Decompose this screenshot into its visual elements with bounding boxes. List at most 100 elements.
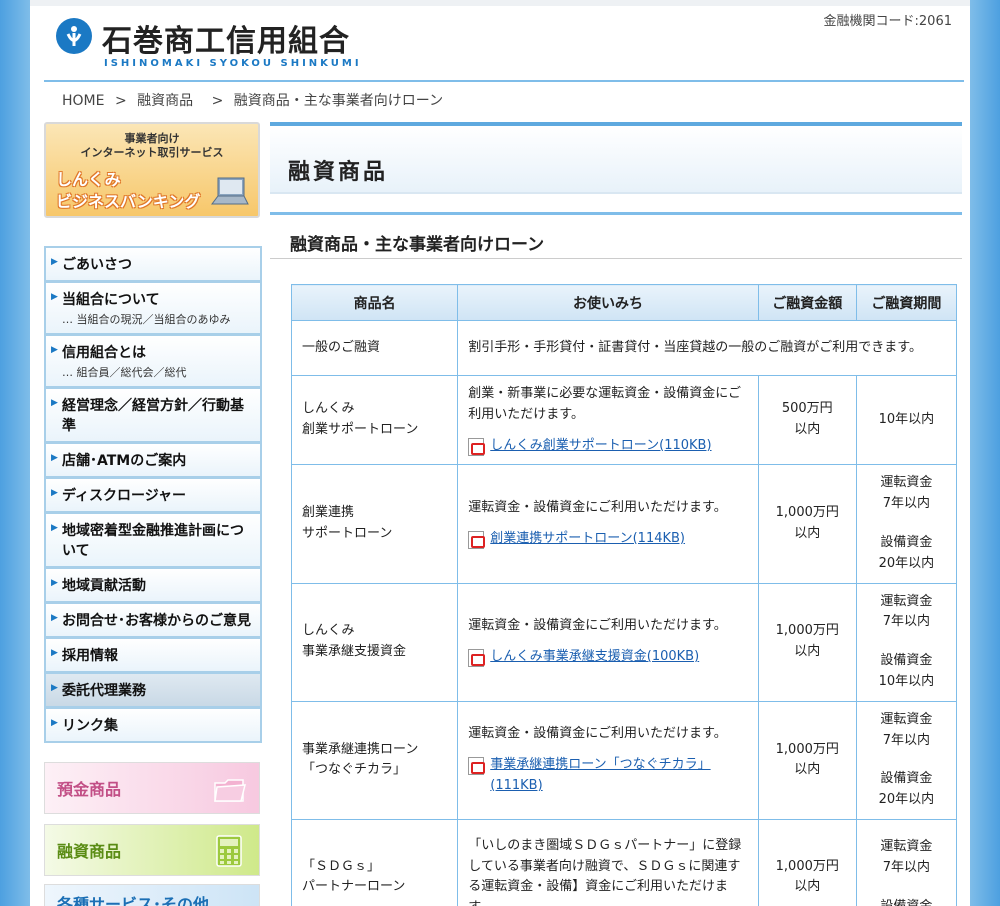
breadcrumb-loan-products[interactable]: 融資商品 [137,93,193,109]
period-value: 7年以内 [882,614,931,630]
sidebar-item-disclosure[interactable]: ▶ ディスクロージャー [44,478,262,513]
product-name: パートナーローン [302,879,406,895]
site-subtitle: ISHINOMAKI SYOKOU SHINKUMI [104,58,362,69]
period-label: 設備資金 [880,534,933,550]
sidebar-item-credit-union[interactable]: ▶ 信用組合とは … 組合員／総代会／総代 [44,335,262,388]
arrow-right-icon: ▶ [51,345,58,355]
period-value: 7年以内 [882,496,931,512]
usage-cell: 割引手形・手形貸付・証書貸付・当座貸越の一般のご融資がご利用できます。 [457,320,957,376]
sidebar-item-contact[interactable]: ▶ お問合せ･お客様からのご意見 [44,603,262,638]
sidebar-item-label: お問合せ･お客様からのご意見 [62,613,251,629]
pdf-icon [468,437,486,456]
sidebar-item-agency[interactable]: ▶ 委託代理業務 [44,673,262,708]
amount-value: 1,000万円 [775,858,839,874]
pdf-link-sogyo-support[interactable]: しんくみ創業サポートローン(110KB) [468,436,747,457]
sidebar-item-label: 委託代理業務 [62,683,146,699]
amount-value: 1,000万円 [775,623,839,639]
loan-products-button[interactable]: 融資商品 [44,824,260,876]
amount-suffix: 以内 [794,762,821,778]
amount-value: 500万円 [781,401,833,417]
sidebar-item-sublabel: … 組合員／総代会／総代 [62,366,187,379]
usage-text: 割引手形・手形貸付・証書貸付・当座貸越の一般のご融資がご利用できます。 [468,339,922,355]
usage-cell: 「いしのまき圏域ＳＤＧｓパートナー」に登録している事業者向け融資で、ＳＤＧｓに関… [457,818,759,906]
product-name: サポートローン [302,525,393,541]
services-button[interactable]: 各種サービス･その他 [44,884,260,906]
period-value: 20年以内 [878,792,935,808]
period-label: 設備資金 [880,771,933,787]
arrow-right-icon: ▶ [51,453,58,463]
breadcrumb: HOME > 融資商品 > 融資商品・主な事業者向けローン [62,90,449,110]
usage-text: 創業・新事業に必要な運転資金・設備資金にご利用いただけます。 [468,386,741,422]
product-name-cell: 「ＳＤＧｓ」パートナーローン [290,818,459,906]
amount-value: 1,000万円 [775,505,839,521]
banner-line-4: ビジネスバンキング [56,192,201,211]
period-value: 20年以内 [878,555,935,571]
sidebar-item-links[interactable]: ▶ リンク集 [44,708,262,743]
section-title: 融資商品・主な事業者向けローン [290,235,545,255]
arrow-right-icon: ▶ [51,578,58,588]
header-usage: お使いみち [457,284,759,321]
product-name: 創業連携 [302,505,355,521]
pdf-link-label: 事業承継連携ローン「つなぐチカラ」(111KB) [490,756,711,793]
breadcrumb-home[interactable]: HOME [62,93,104,109]
arrow-right-icon: ▶ [51,683,58,693]
product-name: 「ＳＤＧｓ」 [302,858,381,874]
arrow-right-icon: ▶ [51,257,58,267]
amount-cell: 500万円以内 [757,374,857,466]
amount-cell: 1,000万円 以内 [757,464,857,584]
amount-value: 1,000万円 [775,741,839,757]
arrow-right-icon: ▶ [51,398,58,408]
services-label: 各種サービス･その他 [57,895,210,906]
product-name: 創業サポートローン [302,422,419,438]
product-name: 一般のご融資 [302,339,381,355]
table-row: 創業連携サポートローン 運転資金・設備資金にご利用いただけます。 創業連携サポー… [290,464,958,584]
loan-table: 商品名 お使いみち ご融資金額 ご融資期間 一般のご融資 割引手形・手形貸付・証… [290,284,958,906]
sidebar-item-label: 採用情報 [62,648,118,664]
product-name: しんくみ [302,623,355,639]
site-title[interactable]: 石巻商工信用組合 [102,16,350,60]
table-row: しんくみ 創業サポートローン 創業・新事業に必要な運転資金・設備資金にご利用いただ… [290,374,958,466]
period-label: 設備資金 [880,653,933,669]
product-name: 事業承継支援資金 [302,644,407,660]
deposit-products-label: 預金商品 [57,780,122,799]
period-value: 7年以内 [882,860,931,876]
institution-code: 金融機関コード:2061 [823,14,952,29]
amount-suffix: 以内 [794,644,821,660]
usage-text: 運転資金・設備資金にご利用いただけます。 [468,500,727,516]
sidebar-item-greeting[interactable]: ▶ ごあいさつ [44,246,262,282]
product-name: 事業承継連携ローン [302,741,419,757]
period-label: 運転資金 [880,475,933,491]
period-label: 運転資金 [880,711,933,727]
page: 石巻商工信用組合 ISHINOMAKI SYOKOU SHINKUMI 金融機関… [30,0,970,906]
sidebar-item-contribution[interactable]: ▶ 地域貢献活動 [44,568,262,603]
amount-cell: 1,000万円 以内 [757,582,857,702]
table-row: 「ＳＤＧｓ」パートナーローン 「いしのまき圏域ＳＤＧｓパートナー」に登録している… [290,818,958,906]
pdf-link-jigyo-shokei[interactable]: しんくみ事業承継支援資金(100KB) [468,647,747,668]
sidebar-item-regional-plan[interactable]: ▶ 地域密着型金融推進計画について [44,513,262,568]
logo-mark-icon[interactable] [56,18,92,54]
sidebar-item-recruit[interactable]: ▶ 採用情報 [44,638,262,673]
business-banking-banner[interactable]: 事業者向け インターネット取引サービス しんくみ ビジネスバンキング [44,122,260,218]
pdf-link-label: 創業連携サポートローン(114KB) [490,530,686,546]
folder-icon [214,779,246,802]
pdf-link-sogyo-renkei[interactable]: 創業連携サポートローン(114KB) [468,529,747,550]
pdf-link-tsunagu-chikara[interactable]: 事業承継連携ローン「つなぐチカラ」(111KB) [468,755,747,797]
sidebar-item-philosophy[interactable]: ▶ 経営理念／経営方針／行動基準 [44,388,262,443]
usage-text: 運転資金・設備資金にご利用いただけます。 [468,726,727,742]
table-row: 一般のご融資 割引手形・手形貸付・証書貸付・当座貸越の一般のご融資がご利用できま… [290,320,957,376]
amount-suffix: 以内 [794,422,821,438]
sidebar-item-branches[interactable]: ▶ 店舗･ATMのご案内 [44,443,262,478]
period-gap [867,515,946,533]
usage-text: 「いしのまき圏域ＳＤＧｓパートナー」に登録している事業者向け融資で、ＳＤＧｓに関… [468,837,742,906]
sidebar-item-about[interactable]: ▶ 当組合について … 当組合の現況／当組合のあゆみ [44,282,262,335]
product-name-cell: しんくみ事業承継支援資金 [290,582,459,702]
product-name-cell: しんくみ 創業サポートローン [290,374,459,466]
deposit-products-button[interactable]: 預金商品 [44,762,260,814]
period-value: 10年以内 [878,673,935,689]
arrow-right-icon: ▶ [51,292,58,302]
sidebar-item-label: ごあいさつ [62,257,132,273]
sidebar-item-label: リンク集 [62,718,118,734]
breadcrumb-separator: > [211,93,224,109]
product-name-cell: 一般のご融資 [290,320,459,376]
arrow-right-icon: ▶ [51,488,58,498]
